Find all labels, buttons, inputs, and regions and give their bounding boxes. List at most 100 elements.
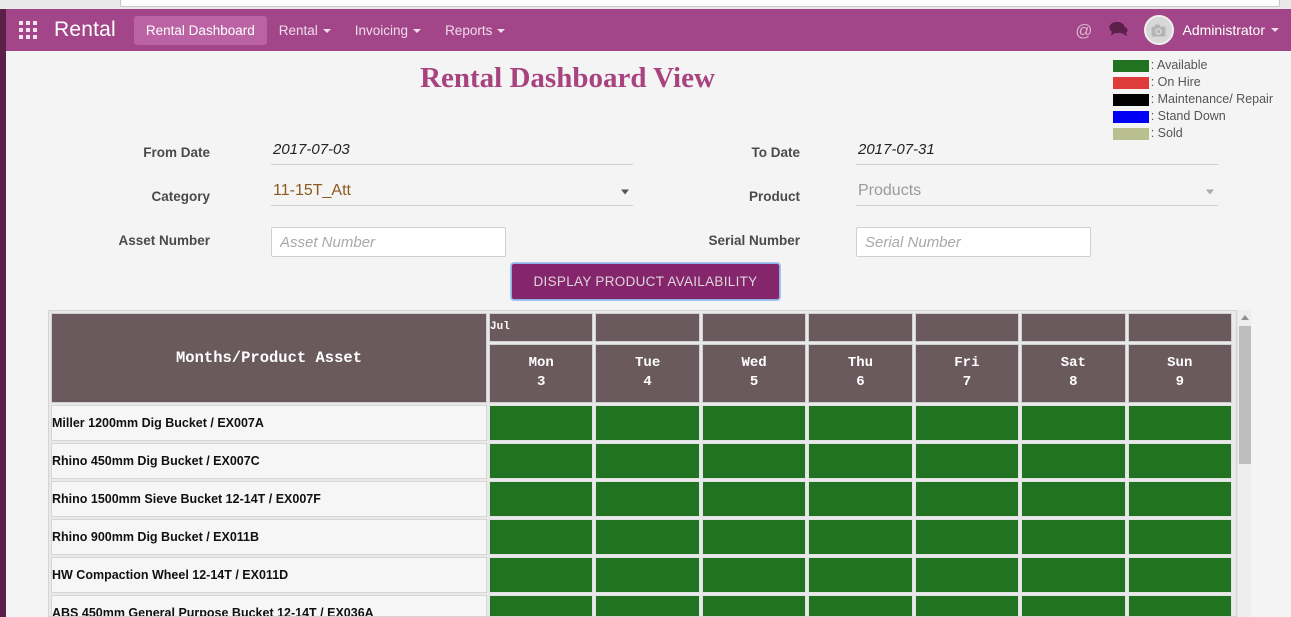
availability-table-scroll: Months/Product Asset Jul Mon 3 Tue 4 Wed…	[48, 310, 1237, 617]
availability-status-cell[interactable]	[701, 595, 807, 616]
legend-swatch-stand-down	[1112, 110, 1149, 123]
asset-number-input[interactable]	[271, 227, 506, 257]
day-of-week-label: Thu	[847, 355, 874, 372]
chat-bubble-icon[interactable]	[1108, 21, 1128, 40]
table-row: HW Compaction Wheel 12-14T / EX011D	[51, 557, 1232, 593]
month-header-blank	[808, 313, 913, 342]
menu-item-label: Reports	[445, 22, 493, 38]
chevron-down-icon[interactable]	[1271, 28, 1279, 32]
page-title: Rental Dashboard View	[420, 62, 715, 94]
legend-label: : Available	[1150, 58, 1208, 72]
menu-item-rental-dashboard[interactable]: Rental Dashboard	[133, 15, 267, 45]
availability-status-cell[interactable]	[914, 557, 1020, 593]
legend-item-sold: : Sold	[1112, 125, 1273, 142]
display-product-availability-button[interactable]: DISPLAY PRODUCT AVAILABILITY	[510, 263, 781, 300]
availability-status-cell[interactable]	[701, 481, 807, 517]
availability-status-cell[interactable]	[808, 595, 913, 616]
user-name-label[interactable]: Administrator	[1183, 22, 1265, 38]
availability-status-cell[interactable]	[489, 481, 594, 517]
table-row: Rhino 1500mm Sieve Bucket 12-14T / EX007…	[51, 481, 1232, 517]
availability-status-cell[interactable]	[1021, 443, 1126, 479]
availability-status-cell[interactable]	[701, 443, 807, 479]
availability-status-cell[interactable]	[914, 443, 1020, 479]
availability-status-cell[interactable]	[1127, 405, 1232, 441]
product-selected-value: Products	[858, 181, 922, 199]
availability-status-cell[interactable]	[701, 557, 807, 593]
serial-number-input[interactable]	[856, 227, 1091, 257]
availability-status-cell[interactable]	[595, 595, 700, 616]
availability-status-cell[interactable]	[914, 405, 1020, 441]
availability-status-cell[interactable]	[595, 405, 700, 441]
product-select[interactable]: Products	[856, 178, 1218, 206]
month-header-blank	[595, 313, 700, 342]
table-row: Miller 1200mm Dig Bucket / EX007A	[51, 405, 1232, 441]
day-of-week-label: Mon	[528, 355, 554, 372]
availability-status-cell[interactable]	[1127, 557, 1232, 593]
availability-status-cell[interactable]	[1021, 481, 1126, 517]
legend-swatch-on-hire	[1112, 76, 1149, 89]
menu-item-reports[interactable]: Reports	[433, 16, 517, 45]
serial-number-label: Serial Number	[708, 233, 800, 248]
menu-item-rental[interactable]: Rental	[267, 16, 343, 45]
availability-status-cell[interactable]	[595, 557, 700, 593]
availability-status-cell[interactable]	[595, 443, 700, 479]
availability-status-cell[interactable]	[701, 519, 807, 555]
avatar[interactable]	[1143, 15, 1174, 45]
availability-status-cell[interactable]	[1127, 481, 1232, 517]
availability-status-cell[interactable]	[808, 519, 913, 555]
availability-status-cell[interactable]	[914, 481, 1020, 517]
availability-status-cell[interactable]	[489, 519, 594, 555]
table-row: Rhino 900mm Dig Bucket / EX011B	[51, 519, 1232, 555]
availability-status-cell[interactable]	[489, 405, 594, 441]
from-date-input[interactable]	[271, 137, 633, 165]
availability-status-cell[interactable]	[595, 519, 700, 555]
day-of-week-label: Tue	[635, 355, 661, 372]
availability-status-cell[interactable]	[1021, 557, 1126, 593]
availability-status-cell[interactable]	[595, 481, 700, 517]
availability-status-cell[interactable]	[489, 595, 594, 616]
availability-status-cell[interactable]	[808, 405, 913, 441]
day-header-sun: Sun 9	[1127, 343, 1232, 403]
asset-number-label: Asset Number	[118, 233, 210, 248]
availability-status-cell[interactable]	[1127, 443, 1232, 479]
grid-apps-icon[interactable]	[18, 20, 38, 40]
brand-title[interactable]: Rental	[54, 18, 116, 42]
asset-number-field-wrap	[271, 227, 506, 257]
availability-status-cell[interactable]	[1021, 519, 1126, 555]
scroll-up-arrow-icon[interactable]	[1238, 310, 1251, 324]
day-header-wed: Wed 5	[701, 343, 807, 403]
availability-status-cell[interactable]	[489, 557, 594, 593]
availability-status-cell[interactable]	[489, 443, 594, 479]
table-vertical-scrollbar[interactable]	[1237, 310, 1251, 617]
scrollbar-thumb[interactable]	[1239, 326, 1251, 464]
availability-status-cell[interactable]	[808, 443, 913, 479]
availability-status-cell[interactable]	[808, 481, 913, 517]
category-field-wrap: 11-15T_Att	[271, 178, 633, 206]
availability-table-body: Miller 1200mm Dig Bucket / EX007A Rhino 4…	[51, 405, 1232, 616]
day-number-label: 3	[537, 374, 546, 391]
availability-table: Months/Product Asset Jul Mon 3 Tue 4 Wed…	[49, 311, 1234, 616]
availability-status-cell[interactable]	[914, 519, 1020, 555]
menu-item-invoicing[interactable]: Invoicing	[343, 16, 433, 45]
availability-status-cell[interactable]	[701, 405, 807, 441]
availability-status-cell[interactable]	[808, 557, 913, 593]
availability-status-cell[interactable]	[1021, 405, 1126, 441]
table-header-month-row: Months/Product Asset Jul	[51, 313, 1232, 403]
browser-url-bar[interactable]	[120, 0, 1280, 7]
menu-item-label: Rental	[278, 22, 318, 38]
availability-status-cell[interactable]	[914, 595, 1020, 616]
day-number-label: 5	[749, 374, 759, 391]
day-number-label: 9	[1175, 374, 1184, 391]
corner-header: Months/Product Asset	[51, 313, 487, 403]
legend-swatch-maintenance	[1112, 93, 1149, 106]
menu-item-label: Rental Dashboard	[145, 22, 255, 38]
availability-status-cell[interactable]	[1021, 595, 1126, 616]
availability-status-cell[interactable]	[1127, 595, 1232, 616]
availability-status-cell[interactable]	[1127, 519, 1232, 555]
mention-icon[interactable]: @	[1075, 22, 1092, 39]
filter-form: From Date To Date Category 11-15T_Att Pr…	[0, 132, 1291, 264]
app-screen: Rental Rental Dashboard Rental Invoicing…	[0, 0, 1291, 617]
day-of-week-label: Fri	[954, 355, 980, 372]
category-select[interactable]: 11-15T_Att	[271, 178, 633, 206]
table-row: ABS 450mm General Purpose Bucket 12-14T …	[51, 595, 1232, 616]
